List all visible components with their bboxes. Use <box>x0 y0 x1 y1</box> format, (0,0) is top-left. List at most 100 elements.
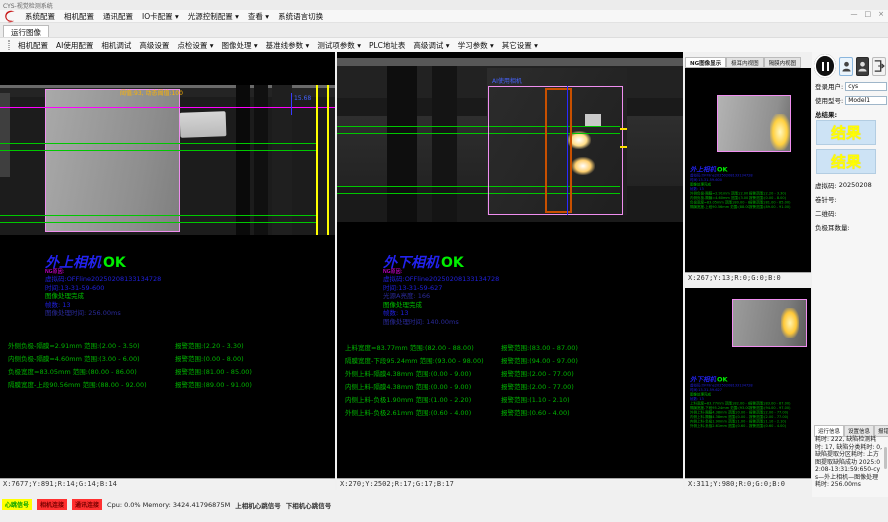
process-done: 图像处理完成 <box>383 301 499 310</box>
yellow-mark <box>620 146 627 148</box>
virtual-code: 虚拟码:OFFline20250208133134728 <box>383 275 499 284</box>
user-button-dark[interactable] <box>856 57 869 76</box>
pause-button[interactable] <box>814 54 836 78</box>
thumbnail-image <box>717 95 791 152</box>
tool-other-settings[interactable]: 其它设置 ▾ <box>502 40 538 51</box>
measurement-row: 外侧上料-负极2.61mm 范围:(0.60 - 4.00) 报警范围:(0.6… <box>337 407 683 419</box>
user-icon <box>842 61 851 72</box>
thumbnail-overlay: 外上相机OK 虚拟码:OFFline20250208133134728 时间:1… <box>690 164 811 210</box>
virtual-code-row: 虚拟码: 20250208 <box>815 180 887 190</box>
menu-item-light-config[interactable]: 光源控制配置 ▾ <box>188 11 239 22</box>
lower-camera-heartbeat: 下相机心跳信号 <box>286 500 332 510</box>
minimize-icon[interactable]: — <box>851 10 858 18</box>
frame-info-block: 虚拟码:OFFline20250208133134728 时间:13-31-59… <box>383 275 499 326</box>
user-dark-icon <box>858 61 867 72</box>
menu-item-comm-config[interactable]: 通讯配置 <box>103 11 133 22</box>
electrode-sheet-roi <box>45 89 180 232</box>
model-row: 使用型号: Model1 <box>815 95 887 105</box>
tool-advanced-settings[interactable]: 高级设置 <box>139 40 169 51</box>
probe-tick <box>291 93 292 115</box>
camera-connect-badge: 相机连接 <box>37 499 67 510</box>
comm-connect-badge: 通讯连接 <box>72 499 102 510</box>
control-sidebar: 登录用户: cys 使用型号: Model1 总结果: 结果 结果 虚拟码: 2… <box>812 52 888 497</box>
ai-annotation: AI使用相机 <box>492 76 522 85</box>
yellow-edge-line <box>327 85 329 235</box>
tool-camera-config[interactable]: 相机配置 <box>18 40 48 51</box>
yellow-edge-line <box>316 85 318 235</box>
alarm-range: 报警范围:(1.10 - 2.10) <box>501 394 570 404</box>
model-field[interactable]: Model1 <box>845 96 887 105</box>
result-box-lower: 结果 <box>816 149 876 174</box>
threshold-annotation: 阈值:93, 动态阈值:100 <box>120 88 183 97</box>
menu-item-view[interactable]: 查看 ▾ <box>248 11 269 22</box>
tool-plc-address[interactable]: PLC地址表 <box>369 40 405 51</box>
tab-tab-innerview[interactable]: 极耳内视图 <box>726 57 764 68</box>
thumbnail-view-lower[interactable]: 外下相机OK 虚拟码:OFFline20250208133134728 时间:1… <box>685 288 811 478</box>
tool-test-params[interactable]: 测试项参数 ▾ <box>317 40 361 51</box>
anode-tab-count-label: 负极耳数量: <box>815 222 850 232</box>
user-button-active[interactable] <box>839 57 852 76</box>
view-tabstrip: 运行图像 <box>0 23 888 37</box>
camera-image-upper: 阈值:93, 动态阈值:100 15.68 <box>0 85 335 235</box>
toolbar: 相机配置 AI使用配置 相机调试 高级设置 点检设置 ▾ 图像处理 ▾ 基准线参… <box>0 37 888 52</box>
menu-item-io-config[interactable]: IO卡配置 ▾ <box>142 11 179 22</box>
magenta-guide-line <box>0 107 335 108</box>
measure-result: 隔膜宽度-上段90.56mm 范围:(88.00 - 92.00) <box>8 379 147 389</box>
tab-run-image[interactable]: 运行图像 <box>3 25 49 37</box>
tool-learning-params[interactable]: 学习参数 ▾ <box>458 40 494 51</box>
login-user-field[interactable]: cys <box>845 82 887 91</box>
logout-door-icon <box>873 60 885 72</box>
frame-count: 帧数: 13 <box>45 301 161 310</box>
virtual-code-label: 虚拟码: <box>815 180 837 190</box>
menu-item-system-config[interactable]: 系统配置 <box>25 11 55 22</box>
alarm-range: 报警范围:(0.60 - 4.00) <box>501 407 570 417</box>
log-scrollbar[interactable] <box>884 447 887 469</box>
camera-view-lower[interactable]: AI使用相机 外下相机OK NG原因: 虚拟码:OFFline202502081… <box>337 52 683 478</box>
measurement-row: 上料宽度=83.77mm 范围:(82.00 - 88.00) 报警范围:(83… <box>337 342 683 354</box>
maximize-icon[interactable]: □ <box>865 10 872 18</box>
measurement-row: 内侧上料-负极1.90mm 范围:(1.00 - 2.20) 报警范围:(1.1… <box>337 394 683 406</box>
status-bar: 心跳信号 相机连接 通讯连接 Cpu: 0.0% Memory: 3424.41… <box>0 498 888 511</box>
close-icon[interactable]: × <box>878 10 884 18</box>
tool-spotcheck-settings[interactable]: 点检设置 ▾ <box>177 40 213 51</box>
thumbnail-view-upper[interactable]: 外上相机OK 虚拟码:OFFline20250208133134728 时间:1… <box>685 68 811 272</box>
menu-bar: 系统配置 相机配置 通讯配置 IO卡配置 ▾ 光源控制配置 ▾ 查看 ▾ 系统语… <box>0 10 888 23</box>
tool-ai-config[interactable]: AI使用配置 <box>56 40 93 51</box>
menu-item-language[interactable]: 系统语言切换 <box>278 11 323 22</box>
logout-button[interactable] <box>872 57 886 76</box>
bright-spot <box>770 114 790 150</box>
measure-result: 隔膜宽度-下段95.24mm 范围:(93.00 - 98.00) <box>345 355 484 365</box>
upper-camera-heartbeat: 上相机心跳信号 <box>235 500 281 510</box>
virtual-code-value: 20250208 <box>839 181 872 189</box>
alarm-range: 报警范围:(2.00 - 77.00) <box>501 381 574 391</box>
alarm-range: 报警范围:(2.20 - 3.30) <box>175 340 244 350</box>
measurement-row: 隔膜宽度-上段90.56mm 范围:(88.00 - 92.00) 报警范围:(… <box>0 379 335 391</box>
menu-item-camera-config[interactable]: 相机配置 <box>64 11 94 22</box>
app-window: CYS-视觉检测系统 系统配置 相机配置 通讯配置 IO卡配置 ▾ 光源控制配置… <box>0 0 888 522</box>
tool-camera-debug[interactable]: 相机调试 <box>101 40 131 51</box>
tab-separator-innerview[interactable]: 隔膜内视图 <box>764 57 802 68</box>
process-time: 图像处理时间: 140.00ms <box>383 318 499 327</box>
thumbnail-coords-lower: X:311;Y:980;R:0;G:0;B:0 <box>685 478 811 490</box>
light-value: 光源A亮度: 166 <box>383 292 499 301</box>
thumbnail-image <box>732 299 807 347</box>
green-guide-line <box>0 215 318 216</box>
tool-advanced-debug[interactable]: 高级调试 ▾ <box>413 40 449 51</box>
tool-image-processing[interactable]: 图像处理 ▾ <box>222 40 258 51</box>
camera-name: 外下相机 <box>690 376 716 384</box>
alarm-range: 报警范围:(89.00 - 91.00) <box>175 379 252 389</box>
measure-result: 内侧上料-隔膜4.38mm 范围:(0.00 - 9.00) <box>345 381 471 391</box>
tool-baseline-params[interactable]: 基准线参数 ▾ <box>266 40 310 51</box>
frame-info-block: 虚拟码:OFFline20250208133134728 时间:13-31-59… <box>45 275 161 318</box>
camera-view-upper[interactable]: 阈值:93, 动态阈值:100 15.68 外上相机OK NG原因: 虚拟码:O… <box>0 52 335 478</box>
process-time: 图像处理时间: 256.00ms <box>45 309 161 318</box>
measurement-row: 内侧上料-隔膜4.38mm 范围:(0.00 - 9.00) 报警范围:(2.0… <box>337 381 683 393</box>
machine-column <box>387 66 417 222</box>
measure-result: 内侧上料-负极1.90mm 范围:(1.00 - 2.20) <box>345 394 471 404</box>
window-controls: — □ × <box>851 10 885 18</box>
measure-result: 外侧负极-隔膜=2.91mm 范围:(2.00 - 3.50) <box>8 340 140 350</box>
yellow-mark <box>620 128 627 130</box>
camera-image-lower: AI使用相机 <box>337 58 683 222</box>
measurement-row: 隔膜宽度-下段95.24mm 范围:(93.00 - 98.00) 报警范围:(… <box>337 355 683 367</box>
tab-ng-display[interactable]: NG图像显示 <box>685 57 726 68</box>
